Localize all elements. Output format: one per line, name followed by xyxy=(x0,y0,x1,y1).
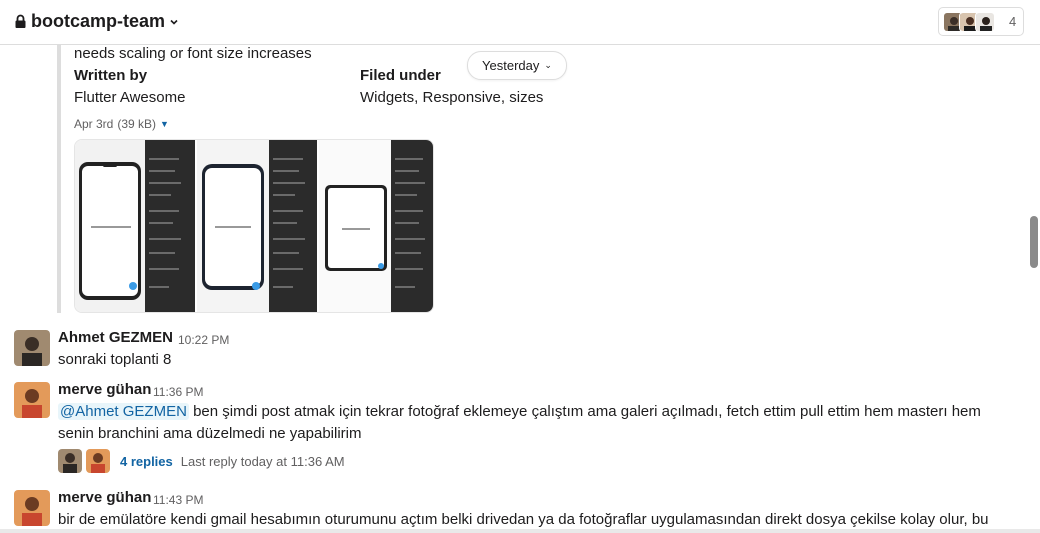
reply-avatar xyxy=(86,449,110,473)
channel-title-button[interactable]: bootcamp-team xyxy=(14,11,179,32)
reply-avatar xyxy=(58,449,82,473)
written-by-value: Flutter Awesome xyxy=(74,89,186,106)
message-sender[interactable]: merve gühan xyxy=(58,489,151,506)
message-sender[interactable]: merve gühan xyxy=(58,381,151,398)
chevron-down-icon xyxy=(170,19,178,25)
message-text: bir de emülatöre kendi gmail hesabımın o… xyxy=(58,511,989,528)
avatar[interactable] xyxy=(14,490,50,526)
avatar[interactable] xyxy=(14,382,50,418)
file-date: Apr 3rd xyxy=(74,117,114,131)
caret-down-icon[interactable]: ▼ xyxy=(160,119,169,129)
thread-replies-link[interactable]: 4 replies xyxy=(120,454,173,469)
attachment-description: needs scaling or font size increases xyxy=(74,45,312,62)
message-sender[interactable]: Ahmet GEZMEN xyxy=(58,329,173,346)
filed-under-value: Widgets, Responsive, sizes xyxy=(360,89,544,106)
filed-under-label: Filed under xyxy=(360,67,441,84)
user-mention[interactable]: @Ahmet GEZMEN xyxy=(58,403,189,420)
message-body: ben şimdi post atmak için tekrar fotoğra… xyxy=(58,403,981,442)
thread-last-reply: Last reply today at 11:36 AM xyxy=(180,453,345,469)
avatar[interactable] xyxy=(14,330,50,366)
channel-name: bootcamp-team xyxy=(31,11,166,31)
file-size: (39 kB) xyxy=(117,117,157,131)
chevron-down-icon: ⌄ xyxy=(544,60,552,70)
date-divider-button[interactable]: Yesterday ⌄ xyxy=(467,51,567,80)
written-by-label: Written by xyxy=(74,67,148,84)
message-time[interactable]: 11:43 PM xyxy=(153,493,203,507)
message-text: sonraki toplanti 8 xyxy=(58,351,172,368)
attachment-preview-image[interactable] xyxy=(74,139,434,313)
date-divider-label: Yesterday xyxy=(482,58,540,73)
thread-summary[interactable]: 4 replies Last reply today at 11:36 AM xyxy=(58,449,345,473)
member-count: 4 xyxy=(1009,14,1017,29)
scrollbar-thumb[interactable] xyxy=(1030,216,1038,268)
member-avatar xyxy=(975,11,995,32)
message-time[interactable]: 10:22 PM xyxy=(178,333,229,347)
channel-header: bootcamp-team 4 xyxy=(0,0,1040,45)
attachment-bar xyxy=(57,45,61,313)
lock-icon xyxy=(15,14,26,28)
message-text: @Ahmet GEZMEN ben şimdi post atmak için … xyxy=(58,401,1018,445)
message-time[interactable]: 11:36 PM xyxy=(153,385,203,399)
file-meta: Apr 3rd (39 kB) ▼ xyxy=(74,117,169,131)
composer-edge xyxy=(0,529,1040,533)
members-button[interactable]: 4 xyxy=(938,7,1024,36)
